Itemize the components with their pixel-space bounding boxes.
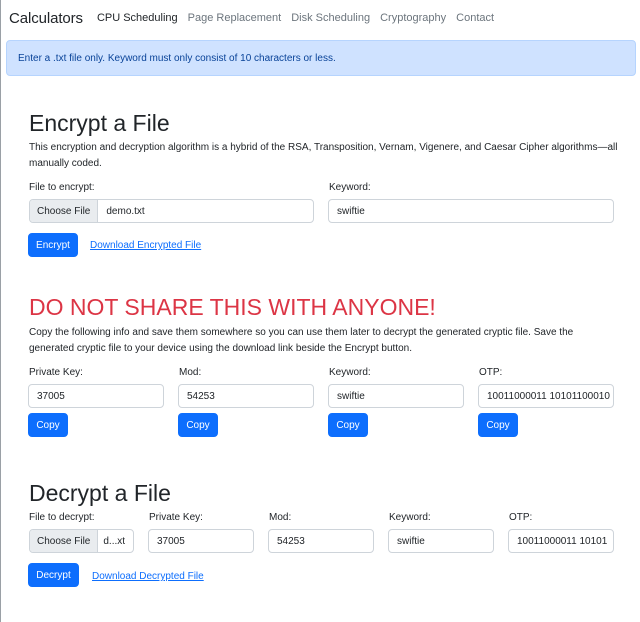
copy-keyword-button[interactable]: Copy xyxy=(328,413,368,437)
navbar: Calculators CPU Scheduling Page Replacem… xyxy=(0,0,640,36)
warning-title: DO NOT SHARE THIS WITH ANYONE! xyxy=(29,294,436,320)
decrypt-private-key-label: Private Key: xyxy=(149,512,203,523)
nav-link-cpu-scheduling[interactable]: CPU Scheduling xyxy=(97,12,178,24)
download-decrypted-file-link[interactable]: Download Decrypted File xyxy=(92,571,204,582)
navbar-brand[interactable]: Calculators xyxy=(9,10,83,27)
decrypt-private-key-input[interactable]: 37005 xyxy=(148,529,254,553)
keyword-output[interactable]: swiftie xyxy=(328,384,464,408)
encrypt-keyword-label: Keyword: xyxy=(329,182,371,193)
warning-description: Copy the following info and save them so… xyxy=(29,327,574,354)
nav-link-cryptography[interactable]: Cryptography xyxy=(380,12,446,24)
otp-label: OTP: xyxy=(479,367,503,378)
window-left-border xyxy=(0,0,1,622)
keyword-label: Keyword: xyxy=(329,367,371,378)
copy-mod-button[interactable]: Copy xyxy=(178,413,218,437)
decrypt-mod-label: Mod: xyxy=(269,512,292,523)
encrypt-file-input[interactable]: Choose File demo.txt xyxy=(29,199,314,223)
decrypt-choose-file-button[interactable]: Choose File xyxy=(30,530,99,552)
encrypt-button[interactable]: Encrypt xyxy=(28,233,78,257)
encrypt-file-name: demo.txt xyxy=(106,205,145,217)
encrypt-title: Encrypt a File xyxy=(29,110,170,136)
nav-link-contact[interactable]: Contact xyxy=(456,12,494,24)
encrypt-choose-file-button[interactable]: Choose File xyxy=(30,200,99,222)
decrypt-mod-input[interactable]: 54253 xyxy=(268,529,374,553)
decrypt-otp-label: OTP: xyxy=(509,512,533,523)
info-alert: Enter a .txt file only. Keyword must onl… xyxy=(6,40,636,76)
decrypt-keyword-input[interactable]: swiftie xyxy=(388,529,494,553)
copy-otp-button[interactable]: Copy xyxy=(478,413,518,437)
decrypt-file-input[interactable]: Choose File d...xt xyxy=(29,529,134,553)
private-key-label: Private Key: xyxy=(29,367,83,378)
decrypt-file-name: d...xt xyxy=(103,535,126,547)
download-encrypted-file-link[interactable]: Download Encrypted File xyxy=(90,240,201,251)
decrypt-keyword-label: Keyword: xyxy=(389,512,431,523)
encrypt-keyword-input[interactable]: swiftie xyxy=(328,199,614,223)
file-to-decrypt-label: File to decrypt: xyxy=(29,512,95,523)
mod-output[interactable]: 54253 xyxy=(178,384,314,408)
private-key-output[interactable]: 37005 xyxy=(28,384,164,408)
decrypt-button[interactable]: Decrypt xyxy=(28,563,79,587)
copy-private-key-button[interactable]: Copy xyxy=(28,413,68,437)
nav-link-page-replacement[interactable]: Page Replacement xyxy=(188,12,282,24)
file-to-encrypt-label: File to encrypt: xyxy=(29,182,95,193)
decrypt-title: Decrypt a File xyxy=(29,480,171,506)
otp-output[interactable]: 10011000011 10101100010 xyxy=(478,384,614,408)
encrypt-description: This encryption and decryption algorithm… xyxy=(29,142,618,169)
mod-label: Mod: xyxy=(179,367,202,378)
nav-link-disk-scheduling[interactable]: Disk Scheduling xyxy=(291,12,370,24)
decrypt-otp-input[interactable]: 10011000011 10101 xyxy=(508,529,614,553)
